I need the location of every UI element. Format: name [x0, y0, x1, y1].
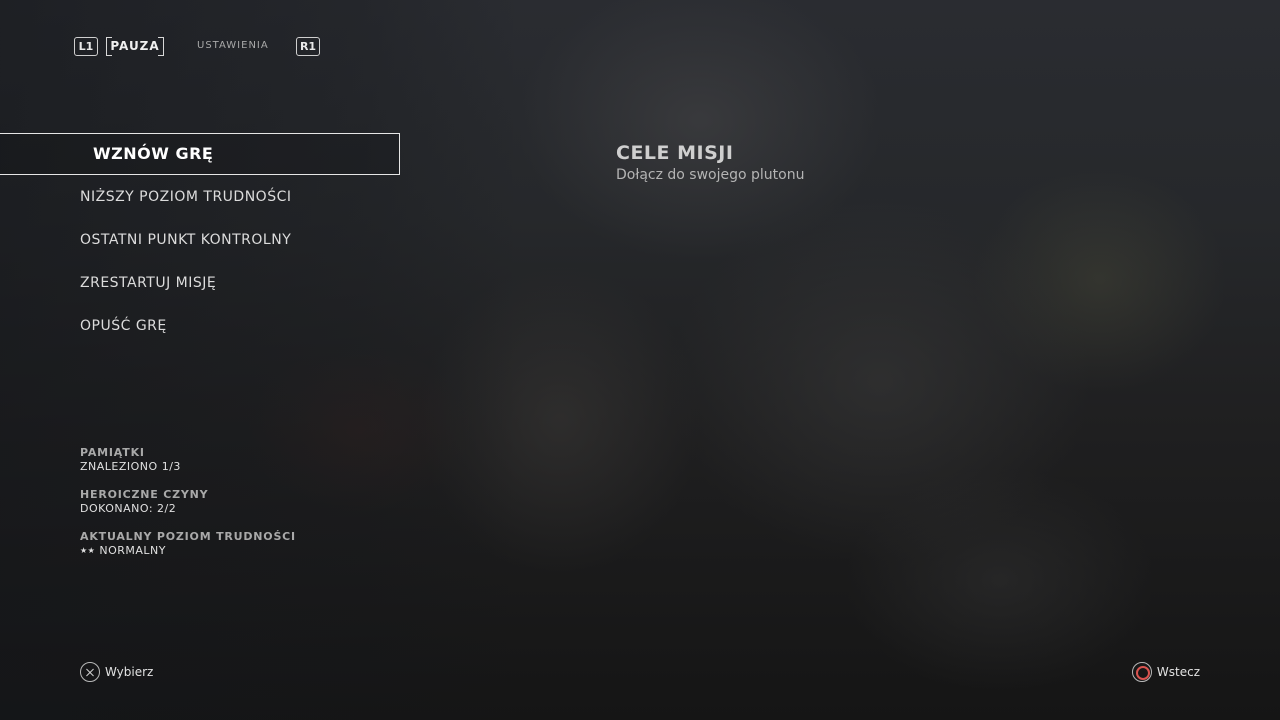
menu-item-lower-difficulty[interactable]: NIŻSZY POZIOM TRUDNOŚCI [0, 176, 400, 219]
menu-item-restart-mission[interactable]: ZRESTARTUJ MISJĘ [0, 262, 400, 305]
circle-button-icon [1131, 662, 1152, 682]
select-prompt[interactable]: Wybierz [80, 661, 153, 683]
stat-difficulty-value: NORMALNY [99, 544, 166, 557]
stat-heroic-acts-value: DOKONANO: 2/2 [80, 502, 177, 515]
stat-heroic-acts-label: HEROICZNE CZYNY [80, 488, 209, 501]
menu-item-quit-game[interactable]: OPUŚĆ GRĘ [0, 305, 400, 348]
objectives-title: CELE MISJI [616, 142, 734, 164]
objective-text: Dołącz do swojego plutonu [616, 167, 805, 183]
mission-stats: PAMIĄTKI ZNALEZIONO 1/3 HEROICZNE CZYNY … [80, 446, 296, 572]
r1-bumper-icon[interactable]: R1 [296, 37, 320, 56]
tab-settings[interactable]: USTAWIENIA [197, 40, 269, 51]
tab-pause[interactable]: PAUZA [106, 37, 164, 56]
stat-collectibles-label: PAMIĄTKI [80, 446, 145, 459]
stat-difficulty-label: AKTUALNY POZIOM TRUDNOŚCI [80, 530, 296, 543]
menu-backdrop-shade [0, 0, 520, 720]
back-prompt-label: Wstecz [1156, 665, 1200, 679]
cross-button-icon [80, 662, 100, 682]
stat-difficulty: AKTUALNY POZIOM TRUDNOŚCI ★★ NORMALNY [80, 530, 296, 558]
select-prompt-label: Wybierz [105, 665, 154, 679]
stat-heroic-acts: HEROICZNE CZYNY DOKONANO: 2/2 [80, 488, 296, 516]
stat-difficulty-value-row: ★★ NORMALNY [80, 544, 296, 558]
difficulty-stars-icon: ★★ [80, 546, 96, 555]
menu-item-last-checkpoint[interactable]: OSTATNI PUNKT KONTROLNY [0, 219, 400, 262]
stat-collectibles-value: ZNALEZIONO 1/3 [80, 460, 181, 473]
l1-bumper-icon[interactable]: L1 [74, 37, 98, 56]
pause-menu: WZNÓW GRĘ NIŻSZY POZIOM TRUDNOŚCI OSTATN… [0, 133, 400, 348]
stat-collectibles: PAMIĄTKI ZNALEZIONO 1/3 [80, 446, 296, 474]
pause-screen: L1 PAUZA USTAWIENIA R1 WZNÓW GRĘ NIŻSZY … [0, 0, 1280, 720]
back-prompt[interactable]: Wstecz [1131, 661, 1200, 683]
mission-objectives: CELE MISJI Dołącz do swojego plutonu [616, 142, 804, 183]
menu-item-resume[interactable]: WZNÓW GRĘ [0, 133, 400, 175]
